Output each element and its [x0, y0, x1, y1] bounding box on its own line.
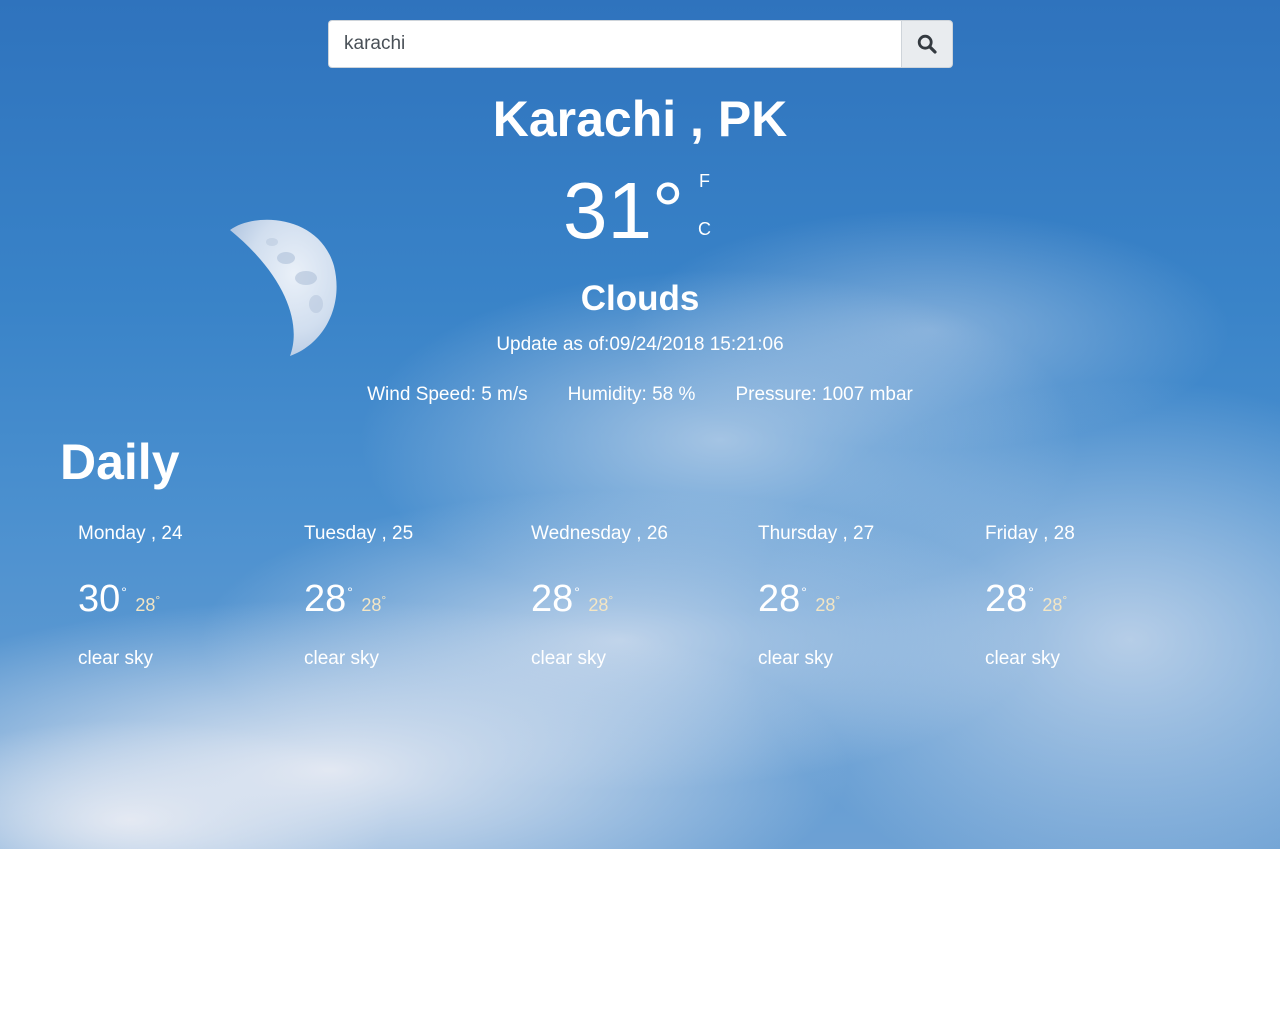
forecast-description: clear sky: [531, 648, 606, 669]
degree-symbol: °: [347, 584, 353, 600]
forecast-day: Wednesday , 26 28° 28° clear sky: [531, 520, 751, 670]
forecast-day: Thursday , 27 28° 28° clear sky: [758, 520, 978, 670]
degree-symbol: °: [1062, 593, 1068, 607]
update-timestamp: Update as of:09/24/2018 15:21:06: [496, 334, 784, 355]
forecast-high: 28: [758, 578, 801, 620]
search-input[interactable]: [328, 20, 901, 68]
forecast-day: Tuesday , 25 28° 28° clear sky: [304, 520, 524, 670]
forecast-day-name: Tuesday , 25: [304, 523, 414, 544]
forecast-description: clear sky: [985, 648, 1060, 669]
wind-speed: Wind Speed: 5 m/s: [367, 384, 528, 405]
current-temperature: 31°: [563, 166, 684, 255]
forecast-day: Friday , 28 28° 28° clear sky: [985, 520, 1205, 670]
forecast-day: Monday , 24 30° 28° clear sky: [78, 520, 298, 670]
forecast-high: 28: [304, 578, 347, 620]
forecast-high: 28: [531, 578, 574, 620]
degree-symbol: °: [835, 593, 841, 607]
daily-heading: Daily: [60, 434, 180, 490]
fahrenheit-toggle[interactable]: F: [699, 171, 710, 192]
degree-symbol: °: [381, 593, 387, 607]
search-bar: [328, 20, 953, 68]
pressure: Pressure: 1007 mbar: [735, 384, 913, 405]
forecast-low: 28: [361, 595, 382, 615]
forecast-low: 28: [815, 595, 836, 615]
forecast-low: 28: [1042, 595, 1063, 615]
forecast-temps: 28° 28°: [531, 578, 751, 626]
forecast-temps: 28° 28°: [304, 578, 524, 626]
degree-symbol: °: [1028, 584, 1034, 600]
forecast-temps: 28° 28°: [985, 578, 1205, 626]
forecast-low: 28: [588, 595, 609, 615]
weather-condition: Clouds: [580, 279, 700, 318]
degree-symbol: °: [121, 584, 127, 600]
forecast-description: clear sky: [78, 648, 153, 669]
search-icon: [917, 34, 937, 54]
humidity: Humidity: 58 %: [567, 384, 696, 405]
weather-hero: Karachi , PK 31° F C Clouds Update as of…: [0, 0, 1280, 849]
forecast-description: clear sky: [304, 648, 379, 669]
location-title: Karachi , PK: [492, 91, 788, 147]
weather-stats: Wind Speed: 5 m/s Humidity: 58 % Pressur…: [0, 384, 1280, 406]
forecast-day-name: Thursday , 27: [758, 523, 875, 544]
degree-symbol: °: [801, 584, 807, 600]
forecast-high: 28: [985, 578, 1028, 620]
forecast-high: 30: [78, 578, 121, 620]
degree-symbol: °: [574, 584, 580, 600]
degree-symbol: °: [608, 593, 614, 607]
forecast-temps: 30° 28°: [78, 578, 298, 626]
forecast-day-name: Friday , 28: [985, 523, 1075, 544]
search-button[interactable]: [901, 20, 953, 68]
forecast-day-name: Wednesday , 26: [531, 523, 668, 544]
forecast-day-name: Monday , 24: [78, 523, 183, 544]
forecast-low: 28: [135, 595, 156, 615]
degree-symbol: °: [155, 593, 161, 607]
forecast-description: clear sky: [758, 648, 833, 669]
celsius-toggle[interactable]: C: [698, 219, 711, 240]
forecast-temps: 28° 28°: [758, 578, 978, 626]
